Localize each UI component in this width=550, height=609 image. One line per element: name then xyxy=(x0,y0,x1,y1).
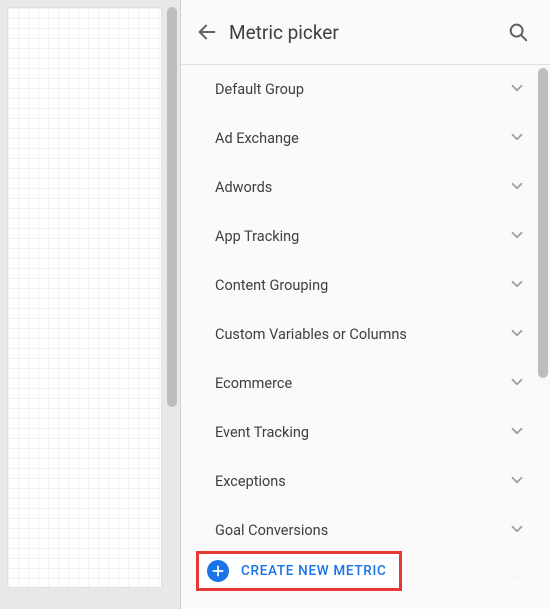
canvas-pane xyxy=(0,0,180,609)
group-label: Ecommerce xyxy=(215,375,292,392)
group-label: Ad Exchange xyxy=(215,130,299,147)
group-row-custom-variables[interactable]: Custom Variables or Columns xyxy=(181,310,550,359)
group-label: Default Group xyxy=(215,81,304,98)
panel-scrollbar-thumb[interactable] xyxy=(538,68,548,378)
group-row-goal-conversions[interactable]: Goal Conversions xyxy=(181,506,550,555)
group-row-event-tracking[interactable]: Event Tracking xyxy=(181,408,550,457)
chevron-down-icon xyxy=(508,569,526,591)
chevron-down-icon xyxy=(508,79,526,101)
chevron-down-icon xyxy=(508,520,526,542)
chevron-down-icon xyxy=(508,128,526,150)
group-label: Adwords xyxy=(215,179,272,196)
chevron-down-icon xyxy=(508,471,526,493)
back-button[interactable] xyxy=(189,14,225,50)
plus-icon xyxy=(207,560,229,582)
group-label: Content Grouping xyxy=(215,277,328,294)
panel-header: Metric picker xyxy=(181,0,550,65)
search-icon xyxy=(507,21,529,43)
group-label: Goal Conversions xyxy=(215,522,328,539)
group-row-ad-exchange[interactable]: Ad Exchange xyxy=(181,114,550,163)
canvas-scrollbar[interactable] xyxy=(167,7,177,602)
chevron-down-icon xyxy=(508,422,526,444)
group-list-container: Default Group Ad Exchange Adwords xyxy=(181,65,550,609)
canvas-grid[interactable] xyxy=(7,7,162,588)
canvas-scrollbar-thumb[interactable] xyxy=(167,7,177,407)
chevron-down-icon xyxy=(508,324,526,346)
search-button[interactable] xyxy=(500,14,536,50)
chevron-down-icon xyxy=(508,226,526,248)
group-list: Default Group Ad Exchange Adwords xyxy=(181,65,550,609)
chevron-down-icon xyxy=(508,177,526,199)
group-label: App Tracking xyxy=(215,228,299,245)
create-new-metric-label: CREATE NEW METRIC xyxy=(241,563,387,579)
group-row-content-grouping[interactable]: Content Grouping xyxy=(181,261,550,310)
group-row-ecommerce[interactable]: Ecommerce xyxy=(181,359,550,408)
group-row-default-group[interactable]: Default Group xyxy=(181,65,550,114)
chevron-down-icon xyxy=(508,275,526,297)
chevron-down-icon xyxy=(508,373,526,395)
create-new-metric-button[interactable]: CREATE NEW METRIC xyxy=(196,551,402,591)
group-row-app-tracking[interactable]: App Tracking xyxy=(181,212,550,261)
group-label: Exceptions xyxy=(215,473,286,490)
group-label: Event Tracking xyxy=(215,424,309,441)
group-label: Custom Variables or Columns xyxy=(215,326,407,343)
metric-picker-panel: Metric picker Default Group Ad Exchange xyxy=(180,0,550,609)
panel-title: Metric picker xyxy=(229,21,500,44)
group-row-adwords[interactable]: Adwords xyxy=(181,163,550,212)
arrow-left-icon xyxy=(196,21,218,43)
group-row-exceptions[interactable]: Exceptions xyxy=(181,457,550,506)
